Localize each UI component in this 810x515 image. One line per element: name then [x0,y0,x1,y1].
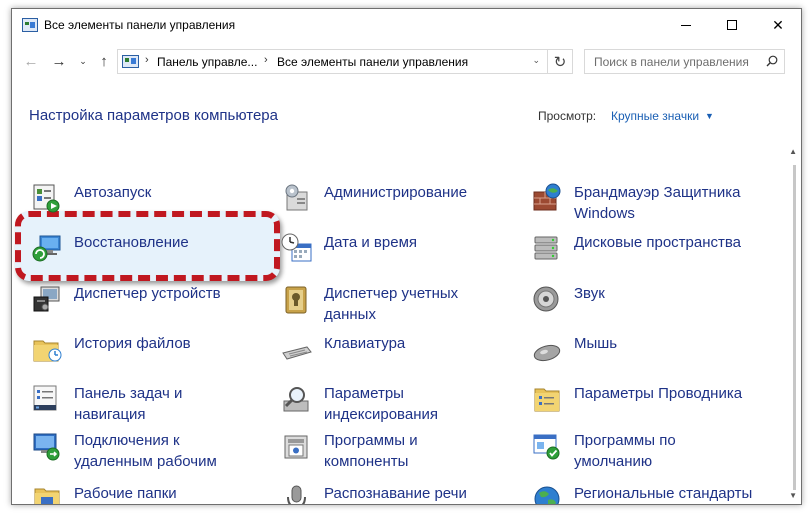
mouse-icon [533,344,561,362]
item-label: Автозапуск [74,184,152,201]
item-file-history[interactable]: История файлов [31,333,271,373]
item-firewall[interactable]: Брандмауэр Защитника Windows [531,182,771,222]
item-label: Брандмауэр Защитника Windows [574,184,741,222]
item-label: Дисковые пространства [574,234,742,251]
datetime-icon [281,233,312,262]
item-label: Региональные стандарты [574,485,753,502]
item-autoplay[interactable]: Автозапуск [31,182,271,222]
item-remote-desktop[interactable]: Подключения к удаленным рабочим [31,430,271,470]
item-label: Клавиатура [324,335,406,352]
item-taskbar-navigation[interactable]: Панель задач и навигация [31,383,271,423]
item-sound[interactable]: Звук [531,283,771,323]
control-panel-window: Все элементы панели управления ✕ ← → ⌄ ↑… [11,8,802,505]
item-label: История файлов [74,335,191,352]
item-label: Диспетчер учетных данных [324,285,459,323]
item-label: Дата и время [324,234,418,251]
item-label: Параметры Проводника [574,385,743,402]
item-label: Программы по умолчанию [574,432,676,470]
item-indexing-options[interactable]: Параметры индексирования [281,383,521,423]
keyboard-icon [282,346,312,360]
indexing-icon [283,387,309,412]
default-programs-icon [533,434,560,460]
device-manager-icon [33,286,60,312]
item-work-folders[interactable]: Рабочие папки [31,483,271,504]
work-folders-icon [34,488,60,504]
item-speech-recognition[interactable]: Распознавание речи [281,483,521,504]
control-panel-items: Автозапуск Администрирование Брандмауэр … [12,9,801,504]
item-device-manager[interactable]: Диспетчер устройств [31,283,271,323]
item-storage-spaces[interactable]: Дисковые пространства [531,232,771,272]
item-date-time[interactable]: Дата и время [281,232,521,272]
admin-tools-icon [285,184,308,211]
item-label: Распознавание речи [324,485,467,502]
item-label: Программы и компоненты [324,432,418,470]
item-label: Мышь [574,335,618,352]
autoplay-icon [33,184,60,213]
explorer-options-icon [534,388,560,412]
programs-icon [284,435,308,459]
item-credential-manager[interactable]: Диспетчер учетных данных [281,283,521,323]
item-label: Администрирование [324,184,468,201]
speech-icon [287,485,306,504]
item-programs-features[interactable]: Программы и компоненты [281,430,521,470]
item-administrative-tools[interactable]: Администрирование [281,182,521,222]
item-label: Восстановление [74,234,189,251]
firewall-icon [533,183,561,211]
item-region[interactable]: Региональные стандарты [531,483,771,504]
item-label: Панель задач и навигация [74,385,183,423]
item-recovery[interactable]: Восстановление [31,232,271,272]
item-label: Параметры индексирования [324,385,438,423]
remote-desktop-icon [33,433,60,461]
item-label: Рабочие папки [74,485,177,502]
item-default-programs[interactable]: Программы по умолчанию [531,430,771,470]
sound-icon [533,286,559,312]
taskbar-icon [33,385,57,411]
item-keyboard[interactable]: Клавиатура [281,333,521,373]
item-label: Звук [574,285,605,302]
credential-manager-icon [285,286,307,314]
item-label: Подключения к удаленным рабочим [74,432,217,470]
region-icon [534,486,560,504]
file-history-icon [33,340,62,362]
item-mouse[interactable]: Мышь [531,333,771,373]
storage-spaces-icon [534,236,558,260]
item-label: Диспетчер устройств [74,285,221,302]
recovery-icon [32,235,61,262]
item-explorer-options[interactable]: Параметры Проводника [531,383,771,423]
